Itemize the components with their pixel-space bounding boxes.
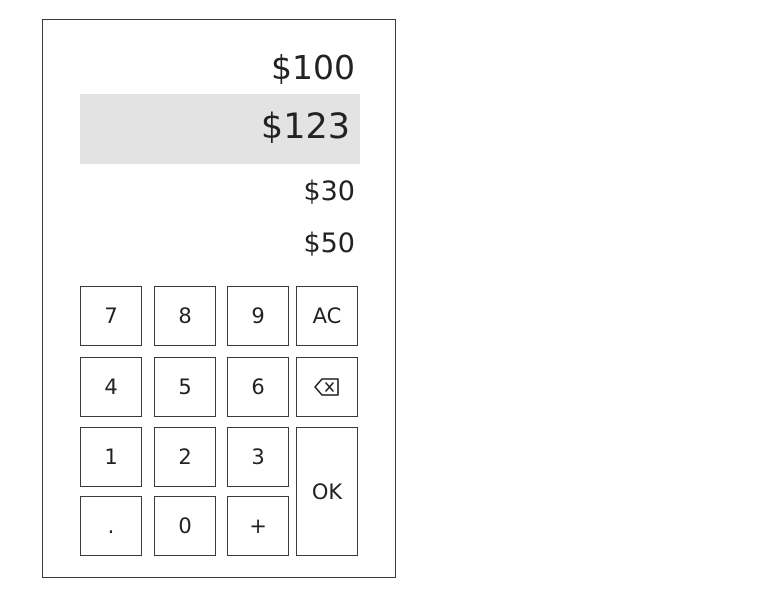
key-0[interactable]: 0 [154, 496, 216, 556]
key-4[interactable]: 4 [80, 357, 142, 417]
amount-entry-selected-value: $123 [260, 107, 350, 147]
key-3[interactable]: 3 [227, 427, 289, 487]
amount-entry-1[interactable]: $100 [271, 48, 355, 87]
key-5[interactable]: 5 [154, 357, 216, 417]
backspace-icon [314, 378, 340, 396]
plus-key[interactable]: + [227, 496, 289, 556]
ok-button[interactable]: OK [296, 427, 358, 556]
amount-entry-3[interactable]: $30 [303, 176, 355, 207]
key-8[interactable]: 8 [154, 286, 216, 346]
calculator-panel: $100 $123 $30 $50 7 8 9 AC 4 5 6 1 2 3 O… [42, 19, 396, 578]
key-2[interactable]: 2 [154, 427, 216, 487]
decimal-key[interactable]: . [80, 496, 142, 556]
key-1[interactable]: 1 [80, 427, 142, 487]
key-6[interactable]: 6 [227, 357, 289, 417]
clear-button[interactable]: AC [296, 286, 358, 346]
key-9[interactable]: 9 [227, 286, 289, 346]
amount-entry-selected[interactable]: $123 [80, 94, 360, 164]
amount-entry-4[interactable]: $50 [303, 228, 355, 259]
backspace-button[interactable] [296, 357, 358, 417]
key-7[interactable]: 7 [80, 286, 142, 346]
